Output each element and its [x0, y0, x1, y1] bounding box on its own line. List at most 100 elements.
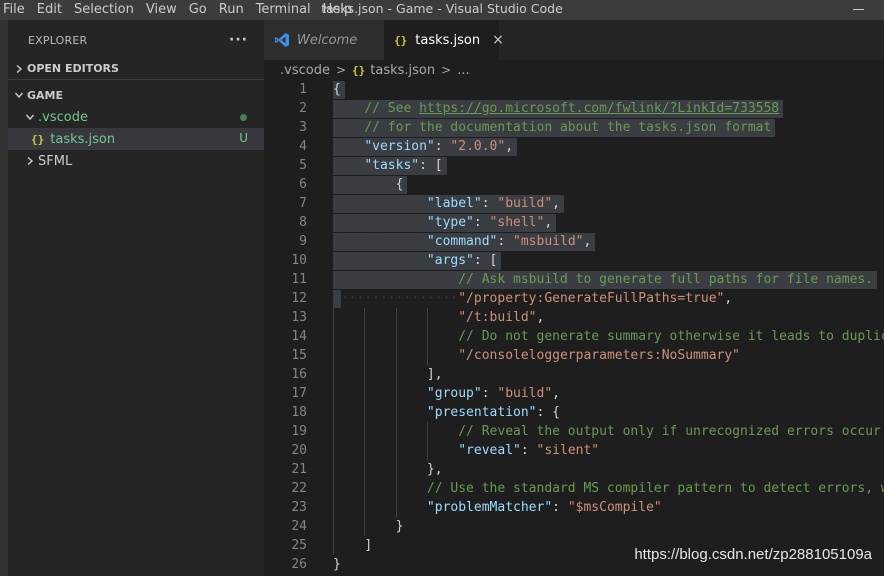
code-line[interactable]: 16 ],: [264, 365, 884, 384]
code-line[interactable]: 13 "/t:build",: [264, 308, 884, 327]
code-editor[interactable]: 1{2 ····// See https://go.microsoft.com/f…: [264, 80, 884, 576]
line-number: 1: [299, 82, 307, 97]
code-line[interactable]: 6 ········{: [264, 175, 884, 194]
minimize-icon[interactable]: [853, 9, 864, 10]
code-line[interactable]: 14 // Do not generate summary otherwise …: [264, 327, 884, 346]
code-text: {: [333, 82, 341, 97]
code-line[interactable]: 10 ············"args": [: [264, 251, 884, 270]
code-line[interactable]: 23 "problemMatcher": "$msCompile": [264, 498, 884, 517]
code-line[interactable]: 4 ····"version": "2.0.0",: [264, 137, 884, 156]
git-status-badge: U: [239, 131, 248, 145]
breadcrumb-folder[interactable]: .vscode: [280, 63, 330, 78]
code-text: ············"args": [: [333, 253, 498, 268]
explorer-header: EXPLORER ···: [8, 20, 264, 60]
code-line[interactable]: 9 ············"command": "msbuild",: [264, 232, 884, 251]
code-text: ············"command": "msbuild",: [333, 234, 592, 249]
code-text: "reveal": "silent": [458, 443, 600, 458]
code-line[interactable]: 7 ············"label": "build",: [264, 194, 884, 213]
code-text: }: [333, 557, 341, 572]
line-number: 22: [291, 481, 307, 496]
tree-item-label: .vscode: [38, 109, 88, 125]
tab-tasks-json[interactable]: {} tasks.json ×: [384, 20, 504, 60]
menu-file[interactable]: File: [0, 1, 32, 19]
menu-terminal[interactable]: Terminal: [251, 1, 318, 19]
explorer-sidebar: EXPLORER ··· OPEN EDITORS GAME .vscode {…: [8, 20, 264, 576]
menu-edit[interactable]: Edit: [32, 1, 69, 19]
code-text: // Use the standard MS compiler pattern …: [426, 481, 884, 496]
code-line[interactable]: 17 "group": "build",: [264, 384, 884, 403]
menu-go[interactable]: Go: [184, 1, 214, 19]
open-editors-section[interactable]: OPEN EDITORS: [8, 58, 264, 80]
code-line[interactable]: 1{: [264, 80, 884, 99]
menu-view[interactable]: View: [141, 1, 184, 19]
line-number: 3: [299, 120, 307, 135]
line-number: 8: [299, 215, 307, 230]
code-text: ····// See https://go.microsoft.com/fwli…: [333, 101, 780, 116]
code-text: ············"type": "shell",: [333, 215, 553, 230]
close-icon[interactable]: ×: [492, 32, 504, 48]
watermark-text: https://blog.csdn.net/zp288105109a: [634, 546, 872, 563]
more-actions-icon[interactable]: ···: [229, 32, 248, 48]
line-number: 10: [291, 253, 307, 268]
line-number: 7: [299, 196, 307, 211]
code-text: ············"label": "build",: [333, 196, 560, 211]
tree-item-vscode-folder[interactable]: .vscode: [8, 106, 264, 128]
code-text: "presentation": {: [426, 405, 560, 420]
modified-dot-icon: [240, 114, 247, 121]
code-line[interactable]: 15 "/consoleloggerparameters:NoSummary": [264, 346, 884, 365]
code-line[interactable]: 2 ····// See https://go.microsoft.com/fwl…: [264, 99, 884, 118]
line-number: 6: [299, 177, 307, 192]
breadcrumb-symbol[interactable]: ...: [457, 63, 469, 78]
json-icon: {}: [394, 33, 408, 47]
code-text: ],: [426, 367, 443, 382]
tree-item-label: tasks.json: [50, 131, 116, 147]
menu-help[interactable]: Help: [318, 1, 360, 19]
code-line[interactable]: 22 // Use the standard MS compiler patte…: [264, 479, 884, 498]
chevron-right-icon: [22, 156, 38, 166]
code-text: }: [395, 519, 404, 534]
menu-run[interactable]: Run: [214, 1, 251, 19]
line-number: 4: [299, 139, 307, 154]
line-number: 14: [291, 329, 307, 344]
code-text: ····"tasks": [: [333, 158, 443, 173]
workspace-section[interactable]: GAME: [8, 84, 264, 106]
code-line[interactable]: 18 "presentation": {: [264, 403, 884, 422]
line-number: 19: [291, 424, 307, 439]
tab-label: tasks.json: [415, 32, 481, 48]
code-text: "group": "build",: [426, 386, 560, 401]
code-line[interactable]: 3 ····// for the documentation about the …: [264, 118, 884, 137]
editor-tabs: Welcome {} tasks.json ×: [264, 20, 884, 60]
menu-selection[interactable]: Selection: [69, 1, 141, 19]
tree-item-sfml-folder[interactable]: SFML: [8, 150, 264, 172]
code-line[interactable]: 20 "reveal": "silent": [264, 441, 884, 460]
line-number: 2: [299, 101, 307, 116]
line-number: 23: [291, 500, 307, 515]
explorer-title: EXPLORER: [28, 33, 88, 47]
workspace-label: GAME: [27, 88, 64, 102]
code-line[interactable]: 24 }: [264, 517, 884, 536]
title-bar: File Edit Selection View Go Run Terminal…: [0, 0, 884, 20]
code-line[interactable]: 21 },: [264, 460, 884, 479]
code-text: },: [426, 462, 443, 477]
line-number: 12: [291, 291, 307, 306]
line-number: 9: [299, 234, 307, 249]
code-line[interactable]: 8 ············"type": "shell",: [264, 213, 884, 232]
menu-bar: File Edit Selection View Go Run Terminal…: [0, 0, 359, 20]
code-line[interactable]: 12 ················"/property:GenerateFul…: [264, 289, 884, 308]
tab-welcome[interactable]: Welcome: [264, 20, 384, 60]
code-text: ]: [364, 538, 373, 553]
code-line[interactable]: 11 ················// Ask msbuild to gene…: [264, 270, 884, 289]
vscode-icon: [275, 33, 289, 47]
chevron-down-icon: [22, 112, 38, 122]
code-text: "/consoleloggerparameters:NoSummary": [458, 348, 740, 363]
code-text: "problemMatcher": "$msCompile": [426, 500, 662, 515]
line-number: 18: [291, 405, 307, 420]
line-number: 13: [291, 310, 307, 325]
code-line[interactable]: 19 // Reveal the output only if unrecogn…: [264, 422, 884, 441]
tree-item-tasks-json[interactable]: {} tasks.json U: [8, 128, 264, 150]
breadcrumb-file[interactable]: tasks.json: [370, 63, 435, 78]
chevron-down-icon: [11, 90, 27, 100]
json-icon: {}: [31, 132, 45, 146]
code-line[interactable]: 5 ····"tasks": [: [264, 156, 884, 175]
line-number: 5: [299, 158, 307, 173]
